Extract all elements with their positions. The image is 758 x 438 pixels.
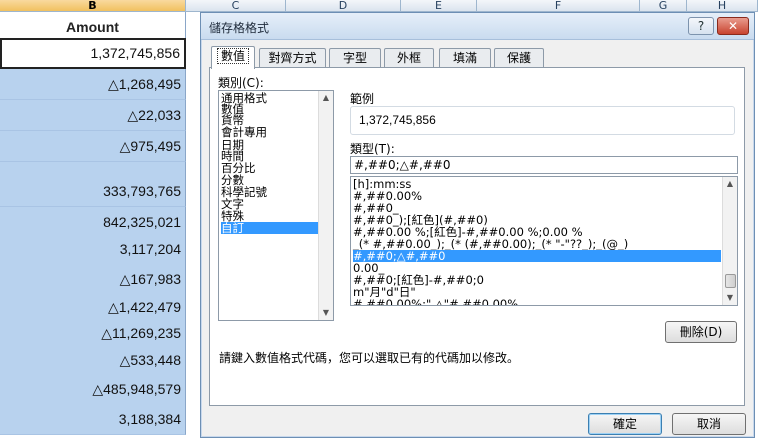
scroll-up-arrow-icon[interactable]: ▲ bbox=[723, 177, 737, 191]
sample-box: 1,372,745,856 bbox=[350, 106, 735, 135]
category-list[interactable]: 通用格式 數值 貨幣 會計專用 日期 時間 百分比 分數 科學記號 文字 特殊 … bbox=[218, 90, 334, 321]
tab-number[interactable]: 數值 bbox=[211, 46, 255, 69]
scroll-down-arrow-icon[interactable]: ▼ bbox=[723, 291, 737, 305]
cell-b-3[interactable]: △22,033 bbox=[0, 100, 186, 131]
sample-value: 1,372,745,856 bbox=[359, 113, 436, 127]
cancel-button[interactable]: 取消 bbox=[672, 413, 746, 435]
type-label: 類型(T): bbox=[350, 142, 395, 156]
scroll-up-arrow-icon[interactable]: ▲ bbox=[319, 91, 333, 105]
tab-fill[interactable]: 填滿 bbox=[439, 48, 491, 68]
number-tab-panel: 類別(C): 通用格式 數值 貨幣 會計專用 日期 時間 百分比 分數 科學記號… bbox=[209, 67, 745, 406]
format-hint: 請鍵入數值格式代碼，您可以選取已有的代碼加以修改。 bbox=[219, 351, 520, 365]
cell-b-14[interactable]: 3,188,384 bbox=[0, 404, 186, 435]
tab-alignment[interactable]: 對齊方式 bbox=[259, 48, 326, 68]
type-item[interactable]: #,##0.00%;" △"#,##0.00% bbox=[353, 298, 518, 305]
cell-b-12[interactable]: △533,448 bbox=[0, 345, 186, 376]
tab-protection[interactable]: 保護 bbox=[494, 48, 544, 68]
column-header-d[interactable]: D bbox=[286, 0, 401, 12]
cell-b-8[interactable]: 3,117,204 bbox=[0, 234, 186, 265]
cell-b-2[interactable]: △1,268,495 bbox=[0, 69, 186, 100]
scroll-down-arrow-icon[interactable]: ▼ bbox=[319, 306, 333, 320]
format-cells-dialog: 儲存格格式 ? ✕ 數值 對齊方式 字型 外框 填滿 保護 類別(C): 通用格… bbox=[200, 12, 755, 438]
type-item-selected[interactable]: #,##0;△#,##0 bbox=[353, 250, 721, 262]
column-b: Amount 1,372,745,856 △1,268,495 △22,033 … bbox=[0, 12, 186, 438]
type-input[interactable]: #,##0;△#,##0 bbox=[350, 156, 738, 174]
scroll-thumb[interactable] bbox=[725, 274, 736, 288]
ok-button[interactable]: 確定 bbox=[588, 413, 662, 435]
help-button[interactable]: ? bbox=[688, 17, 714, 35]
cell-b-6[interactable]: 333,793,765 bbox=[0, 176, 186, 207]
dialog-titlebar[interactable]: 儲存格格式 ? ✕ bbox=[201, 13, 754, 40]
cell-b-13[interactable]: △485,948,579 bbox=[0, 374, 186, 405]
type-list[interactable]: [h]:mm:ss #,##0.00% #,##0_ #,##0_);[紅色](… bbox=[350, 176, 738, 306]
category-label: 類別(C): bbox=[218, 76, 264, 90]
column-header-c[interactable]: C bbox=[186, 0, 286, 12]
cell-b-4[interactable]: △975,495 bbox=[0, 131, 186, 162]
tab-font[interactable]: 字型 bbox=[329, 48, 381, 68]
cell-b-9[interactable]: △167,983 bbox=[0, 264, 186, 295]
category-scrollbar[interactable]: ▲ ▼ bbox=[318, 91, 333, 320]
column-header-h[interactable]: H bbox=[687, 0, 758, 12]
type-scrollbar[interactable]: ▲ ▼ bbox=[722, 177, 737, 305]
tab-number-label: 數值 bbox=[216, 48, 249, 64]
delete-button[interactable]: 刪除(D) bbox=[665, 321, 737, 343]
column-header-g[interactable]: G bbox=[640, 0, 687, 12]
dialog-title: 儲存格格式 bbox=[209, 21, 270, 35]
sample-label: 範例 bbox=[350, 92, 375, 106]
column-header-f[interactable]: F bbox=[477, 0, 640, 12]
column-header-row: B C D E F G H bbox=[0, 0, 758, 12]
cell-b-1[interactable]: 1,372,745,856 bbox=[0, 38, 186, 69]
category-item-selected[interactable]: 自訂 bbox=[221, 222, 319, 234]
category-item[interactable]: 會計專用 bbox=[221, 126, 267, 138]
close-button[interactable]: ✕ bbox=[717, 17, 749, 35]
column-header-b[interactable]: B bbox=[0, 0, 186, 12]
tab-border[interactable]: 外框 bbox=[384, 48, 434, 68]
column-header-e[interactable]: E bbox=[401, 0, 477, 12]
